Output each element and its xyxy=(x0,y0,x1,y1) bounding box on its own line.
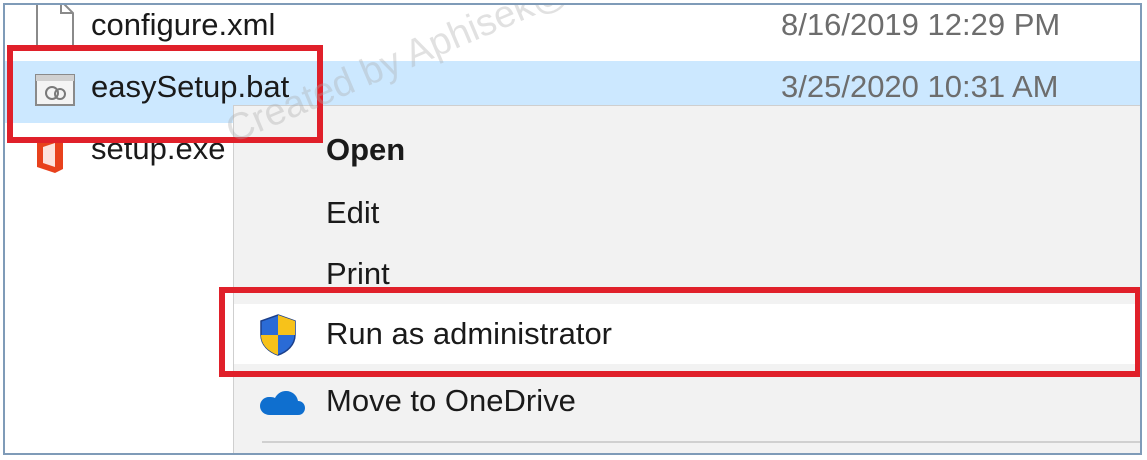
menu-item-edit[interactable]: Edit xyxy=(234,183,1140,243)
menu-item-move-to-onedrive[interactable]: Move to OneDrive xyxy=(234,371,1140,431)
file-explorer-view: configure.xml 8/16/2019 12:29 PM easySet… xyxy=(3,3,1142,455)
menu-separator xyxy=(262,441,1140,443)
menu-item-label: Edit xyxy=(326,195,380,230)
menu-item-label: Move to OneDrive xyxy=(326,383,576,418)
highlight-box-run-as-admin xyxy=(219,287,1140,377)
file-name: configure.xml xyxy=(91,7,276,42)
onedrive-cloud-icon xyxy=(258,387,306,422)
menu-item-label: Open xyxy=(326,132,406,167)
file-date: 8/16/2019 12:29 PM xyxy=(781,7,1061,42)
highlight-box-file xyxy=(7,45,323,143)
menu-item-open[interactable]: Open xyxy=(234,120,1140,180)
context-menu: Open Edit Print Run as administrator Mov… xyxy=(233,105,1140,453)
file-date: 3/25/2020 10:31 AM xyxy=(781,69,1059,104)
